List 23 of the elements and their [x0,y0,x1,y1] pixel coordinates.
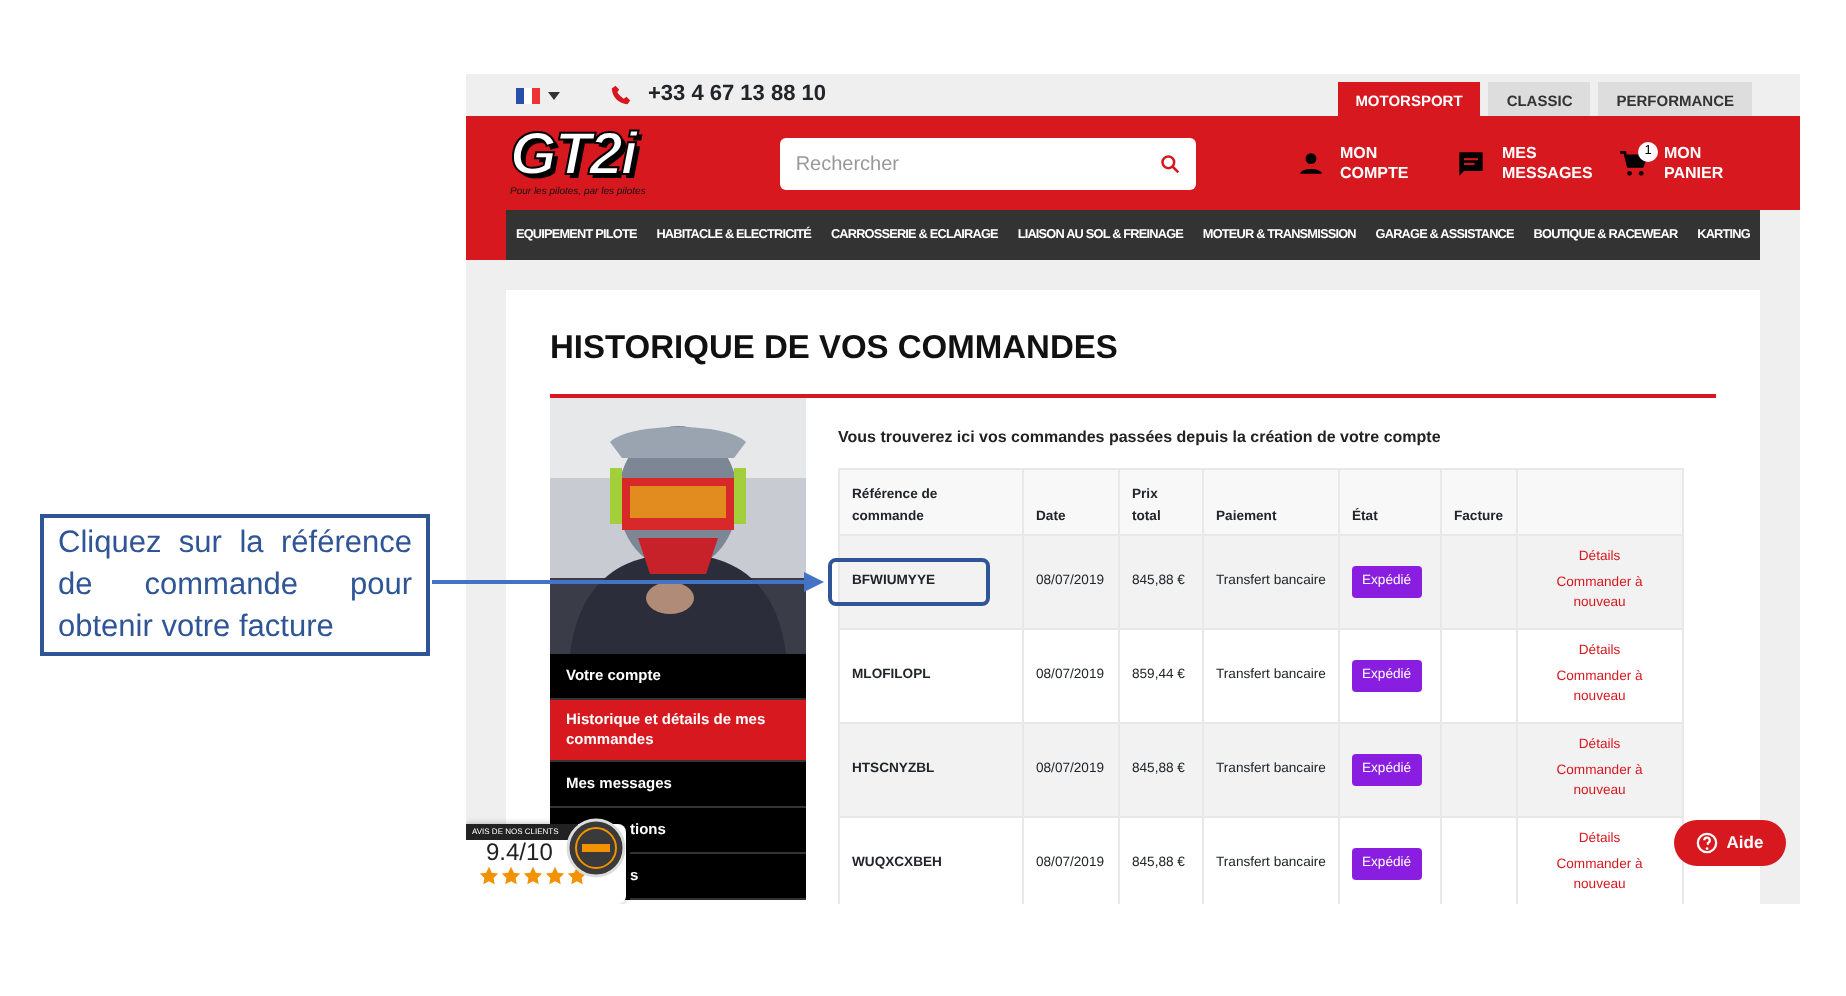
phone-icon [610,84,632,106]
callout-text: Cliquez sur la référence de commande pour obtenir votre facture [40,514,430,656]
phone-number: +33 4 67 13 88 10 [648,80,826,111]
language-selector[interactable] [516,87,562,103]
search-icon[interactable] [1159,153,1180,173]
star-icon [566,866,588,886]
header-link[interactable]: MON COMPTE [1298,143,1424,183]
page-title: HISTORIQUE DE VOS COMMANDES [550,330,1120,370]
account-icon [1298,150,1324,176]
help-icon [1696,832,1719,854]
star-icon [500,866,522,886]
intro-text: Vous trouverez ici vos commandes passées depuis la création de votre compte [838,425,1443,450]
search-field[interactable]: Rechercher [779,138,1196,190]
logo[interactable]: GT2i [510,125,646,186]
help-button[interactable]: Aide [1674,820,1786,866]
star-icon [478,866,500,886]
flag-icon [516,87,540,103]
seal-icon [566,818,626,878]
review-score: 9.4/10 [484,840,555,866]
caret-icon [546,89,562,101]
star-icon [544,866,566,886]
star-icon [522,866,544,886]
messages-icon [1456,149,1486,177]
